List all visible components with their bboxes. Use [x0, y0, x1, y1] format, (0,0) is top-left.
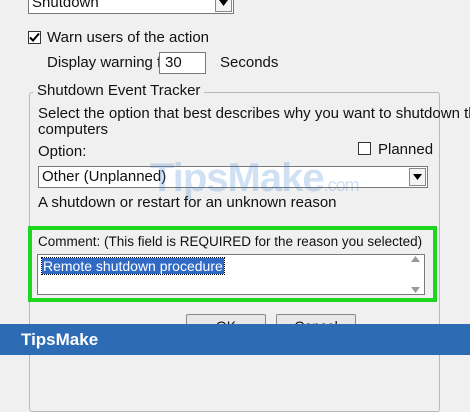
scroll-up-icon[interactable] — [411, 256, 420, 262]
chevron-down-icon[interactable] — [215, 0, 232, 12]
footer-bar: TipsMake — [0, 324, 470, 355]
instructions-line-2: computers — [38, 121, 109, 138]
option-label: Option: — [38, 143, 87, 160]
seconds-unit-label: Seconds — [220, 54, 279, 71]
planned-checkbox[interactable] — [358, 142, 371, 155]
warning-seconds-input[interactable]: 30 — [159, 52, 206, 74]
shutdown-action-select[interactable]: Shutdown — [28, 0, 234, 14]
display-warning-label: Display warning for — [47, 54, 175, 71]
group-title: Shutdown Event Tracker — [33, 82, 205, 100]
watermark-suffix: .com — [323, 175, 360, 195]
scroll-down-icon[interactable] — [411, 287, 420, 293]
warning-seconds-value: 30 — [165, 54, 182, 71]
warn-users-checkbox[interactable] — [28, 31, 41, 44]
comment-textarea[interactable]: Remote shutdown procedure — [37, 254, 425, 295]
shutdown-action-value: Shutdown — [32, 0, 99, 11]
checkmark-icon — [29, 32, 40, 42]
comment-text: Remote shutdown procedure — [41, 257, 225, 275]
footer-brand: TipsMake — [21, 330, 99, 349]
reason-description: A shutdown or restart for an unknown rea… — [38, 194, 337, 211]
planned-label: Planned — [378, 141, 434, 158]
textarea-scrollbar[interactable] — [408, 256, 423, 293]
comment-label: Comment: (This field is REQUIRED for the… — [38, 234, 423, 249]
chevron-down-icon[interactable] — [409, 168, 426, 186]
option-select-value: Other (Unplanned) — [42, 168, 167, 185]
warn-users-label: Warn users of the action — [47, 29, 210, 46]
